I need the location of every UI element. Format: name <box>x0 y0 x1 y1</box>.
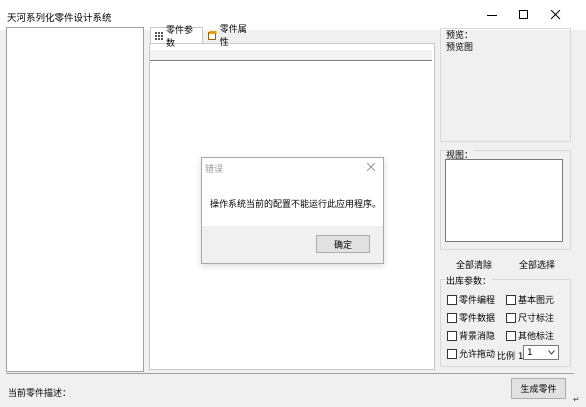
checkbox-label: 尺寸标注 <box>518 314 554 324</box>
chevron-down-icon <box>548 350 555 355</box>
error-dialog: 错误 操作系统当前的配置不能运行此应用程序。 确定 <box>201 157 384 264</box>
checkbox-label: 背景消隐 <box>459 332 495 342</box>
ok-button[interactable]: 确定 <box>316 235 370 253</box>
checkbox-box <box>447 312 457 323</box>
tab-label: 零件属性 <box>219 25 247 48</box>
status-separator <box>6 373 574 374</box>
checkbox-hidden-line-removal[interactable]: 背景消隐 <box>447 329 495 342</box>
window-title: 天河系列化零件设计系统 <box>7 13 112 24</box>
checkbox-box <box>447 348 457 359</box>
preview-placeholder: 预览图 <box>446 43 474 53</box>
scale-value: 1 <box>527 347 533 358</box>
checkbox-label: 允许拖动 <box>459 350 495 360</box>
checkbox-box <box>447 294 457 305</box>
checkbox-allow-drag[interactable]: 允许拖动 <box>447 347 495 360</box>
close-icon <box>366 162 375 171</box>
return-arrow-icon: ↵ <box>573 395 580 404</box>
properties-icon <box>208 30 217 40</box>
select-all-button[interactable]: 全部选择 <box>519 258 555 271</box>
clear-all-button[interactable]: 全部清除 <box>456 258 492 271</box>
checkbox-label: 零件编程 <box>459 296 495 306</box>
checkbox-dimension-annotation[interactable]: 尺寸标注 <box>506 311 554 324</box>
checkbox-box <box>447 330 457 341</box>
close-button[interactable] <box>541 0 571 30</box>
grid-icon <box>155 31 163 40</box>
checkbox-label: 基本图元 <box>518 296 554 306</box>
tab-part-params[interactable]: 零件参数 <box>150 26 203 49</box>
export-params-label: 出库参数： <box>446 274 493 287</box>
checkbox-box <box>506 294 516 305</box>
dialog-footer: 确定 <box>202 226 383 263</box>
dialog-message: 操作系统当前的配置不能运行此应用程序。 <box>210 200 382 210</box>
dialog-close-button[interactable] <box>365 161 377 173</box>
minimize-button[interactable] <box>477 0 507 30</box>
checkbox-label: 零件数据 <box>459 314 495 324</box>
checkbox-basic-primitives[interactable]: 基本图元 <box>506 293 554 306</box>
tab-part-attributes[interactable]: 零件属性 <box>204 25 259 48</box>
checkbox-box <box>506 330 516 341</box>
scale-select[interactable]: 1 <box>523 345 559 360</box>
dialog-title: 错误 <box>205 165 224 175</box>
checkbox-part-programming[interactable]: 零件编程 <box>447 293 495 306</box>
minimize-icon <box>487 15 497 16</box>
maximize-icon <box>519 10 528 19</box>
checkbox-box <box>506 312 516 323</box>
parameter-grid-header <box>150 50 432 61</box>
view-canvas[interactable] <box>445 159 563 242</box>
checkbox-label: 其他标注 <box>518 332 554 342</box>
checkbox-other-annotation[interactable]: 其他标注 <box>506 329 554 342</box>
checkbox-part-data[interactable]: 零件数据 <box>447 311 495 324</box>
close-icon <box>551 10 561 20</box>
generate-part-button[interactable]: 生成零件 <box>511 378 566 399</box>
part-description-label: 当前零件描述： <box>8 389 72 399</box>
tab-label: 零件参数 <box>166 25 194 49</box>
part-tree-panel[interactable] <box>6 27 144 372</box>
maximize-button[interactable] <box>509 0 539 30</box>
